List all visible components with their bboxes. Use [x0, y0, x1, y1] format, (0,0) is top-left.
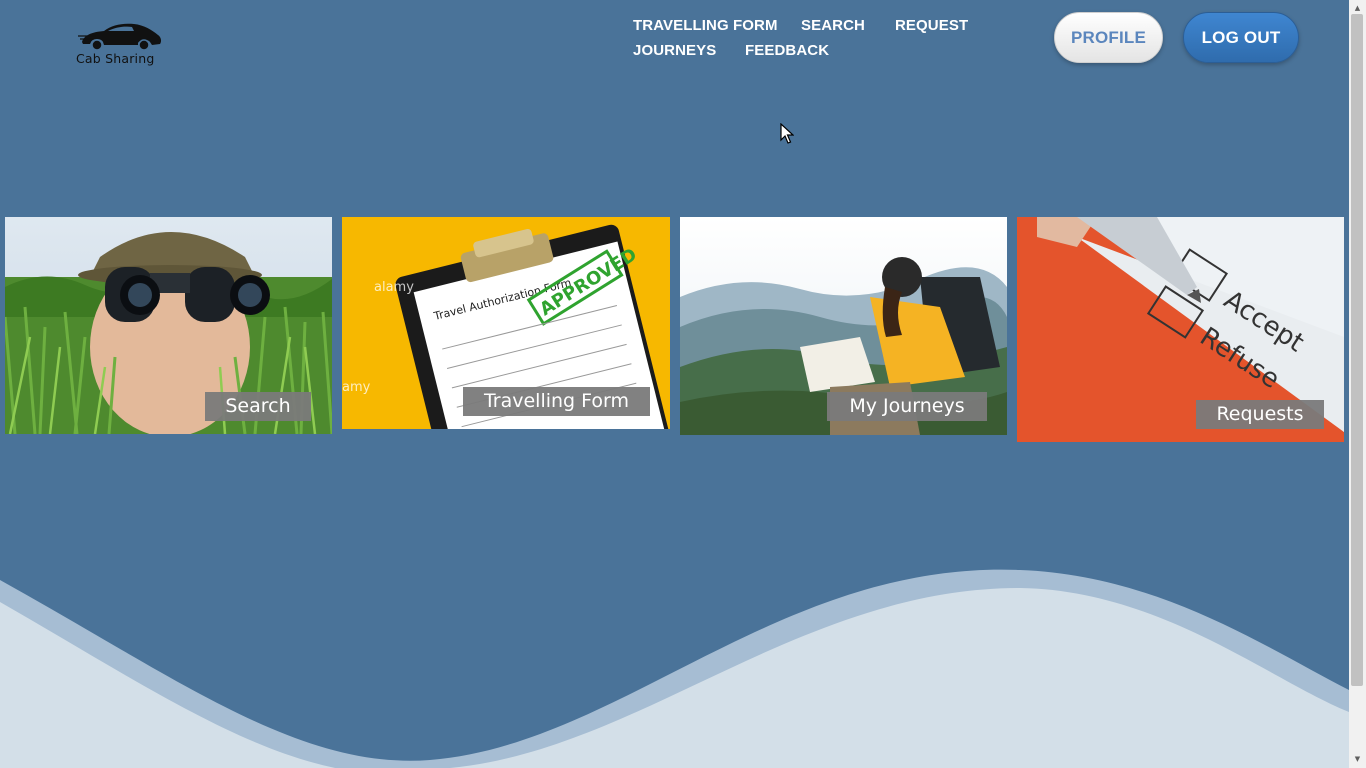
requests-card[interactable]: Accept Refuse Requests: [1017, 217, 1344, 442]
search-card-label: Search: [205, 392, 311, 421]
my-journeys-card-label: My Journeys: [827, 392, 987, 421]
decorative-wave: [0, 569, 1349, 768]
logout-button[interactable]: LOG OUT: [1183, 12, 1299, 63]
car-icon: [78, 23, 162, 51]
nav-search[interactable]: SEARCH: [801, 17, 865, 34]
watermark-text: amy: [342, 380, 371, 395]
brand-logo[interactable]: Cab Sharing: [72, 18, 168, 68]
brand-name: Cab Sharing: [76, 51, 155, 66]
nav-journeys[interactable]: JOURNEYS: [633, 42, 716, 59]
search-card[interactable]: Search: [5, 217, 332, 434]
profile-button[interactable]: PROFILE: [1054, 12, 1163, 63]
page-scrollbar[interactable]: ▲ ▼: [1349, 0, 1366, 768]
home-page: Cab Sharing TRAVELLING FORM SEARCH REQUE…: [0, 0, 1366, 768]
requests-card-label: Requests: [1196, 400, 1324, 429]
watermark-text: alamy: [374, 280, 414, 295]
travelling-form-card-label: Travelling Form: [463, 387, 650, 416]
nav-travelling-form[interactable]: TRAVELLING FORM: [633, 17, 778, 34]
scroll-thumb[interactable]: [1351, 14, 1363, 686]
nav-request[interactable]: REQUEST: [895, 17, 968, 34]
mouse-cursor-icon: [780, 123, 794, 144]
scroll-down-icon[interactable]: ▼: [1349, 751, 1366, 768]
nav-feedback[interactable]: FEEDBACK: [745, 42, 829, 59]
my-journeys-card[interactable]: My Journeys: [680, 217, 1007, 435]
travelling-form-card[interactable]: Travel Authorization Form APPROVED alamy…: [342, 217, 670, 429]
